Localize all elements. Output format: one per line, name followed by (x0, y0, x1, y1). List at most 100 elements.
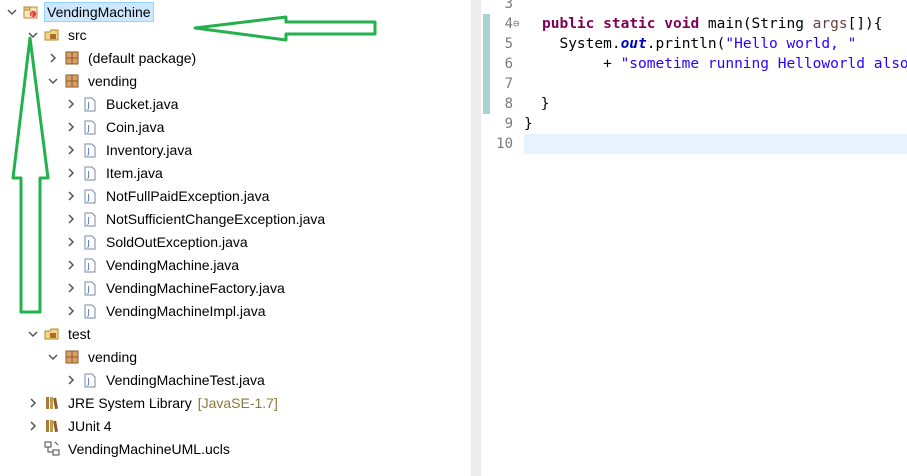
chevron-right-icon[interactable] (64, 97, 78, 111)
tree-item-vending-package[interactable]: vending (46, 70, 139, 92)
line-number: 9 (504, 116, 513, 132)
tree-item-junit-library[interactable]: JUnit 4 (26, 415, 114, 437)
change-ruler-mark (483, 34, 490, 54)
code-editor[interactable]: 3 4 ⊖ public static void main(String arg… (481, 0, 907, 476)
chevron-down-icon[interactable] (26, 327, 40, 341)
java-file-icon: J (82, 211, 98, 227)
java-file-icon: J (82, 234, 98, 250)
svg-text:J: J (87, 262, 90, 271)
chevron-down-icon[interactable] (26, 28, 40, 42)
java-file-icon: J (82, 303, 98, 319)
svg-text:J: J (87, 147, 90, 156)
svg-text:J: J (30, 12, 32, 18)
tree-item-java-file[interactable]: J Bucket.java (64, 93, 180, 115)
chevron-right-icon[interactable] (64, 189, 78, 203)
view-sash[interactable] (471, 0, 481, 476)
tree-item-label: Bucket.java (106, 96, 179, 112)
tree-item-label: Inventory.java (106, 142, 193, 158)
tree-item-label: test (68, 326, 91, 342)
tree-item-java-file[interactable]: J Inventory.java (64, 139, 194, 161)
code-text: public static void main(String args[]){ (542, 16, 883, 32)
java-file-icon: J (82, 372, 98, 388)
chevron-down-icon[interactable] (46, 350, 60, 364)
line-number: 5 (504, 36, 513, 52)
chevron-right-icon[interactable] (64, 120, 78, 134)
chevron-right-icon[interactable] (64, 258, 78, 272)
chevron-down-icon[interactable] (46, 74, 60, 88)
tree-item-java-file[interactable]: J NotSufficientChangeException.java (64, 208, 327, 230)
chevron-right-icon[interactable] (64, 304, 78, 318)
project-explorer: J VendingMachine src (default package) v… (0, 0, 471, 476)
java-file-icon: J (82, 119, 98, 135)
chevron-right-icon[interactable] (26, 396, 40, 410)
java-file-icon: J (82, 142, 98, 158)
code-text: + "sometime running Helloworld also (542, 56, 907, 72)
tree-item-label: src (68, 27, 87, 43)
library-icon (44, 395, 60, 411)
tree-item-jre-library[interactable]: JRE System Library [JavaSE-1.7] (26, 392, 278, 414)
code-text: } (532, 96, 550, 112)
tree-item-vending-package[interactable]: vending (46, 346, 139, 368)
tree-item-java-file[interactable]: J VendingMachineTest.java (64, 369, 267, 391)
chevron-right-icon[interactable] (64, 212, 78, 226)
tree-item-label: VendingMachineUML.ucls (68, 441, 230, 457)
tree-item-default-package[interactable]: (default package) (46, 47, 198, 69)
chevron-right-icon[interactable] (46, 51, 60, 65)
svg-text:J: J (87, 216, 90, 225)
tree-item-java-file[interactable]: J VendingMachineImpl.java (64, 300, 268, 322)
tree-item-project[interactable]: J VendingMachine (5, 1, 154, 23)
svg-text:J: J (87, 377, 90, 386)
line-number: 6 (504, 56, 513, 72)
java-file-icon: J (82, 96, 98, 112)
tree-item-java-file[interactable]: J VendingMachineFactory.java (64, 277, 287, 299)
tree-item-java-file[interactable]: J Coin.java (64, 116, 166, 138)
tree-item-src-folder[interactable]: src (26, 24, 89, 46)
tree-item-java-file[interactable]: J VendingMachine.java (64, 254, 241, 276)
library-icon (44, 418, 60, 434)
tree-item-label: VendingMachineImpl.java (106, 303, 266, 319)
java-project-icon: J (23, 4, 39, 20)
current-line-highlight (524, 134, 907, 154)
line-number: 10 (496, 136, 513, 152)
tree-item-java-file[interactable]: J SoldOutException.java (64, 231, 250, 253)
source-folder-icon (44, 27, 60, 43)
tree-item-label: Item.java (106, 165, 163, 181)
tree-item-java-file[interactable]: J Item.java (64, 162, 165, 184)
tree-item-label: NotFullPaidException.java (106, 188, 270, 204)
tree-item-java-file[interactable]: J NotFullPaidException.java (64, 185, 271, 207)
tree-item-label: VendingMachineFactory.java (106, 280, 285, 296)
chevron-right-icon[interactable] (64, 373, 78, 387)
package-icon (64, 349, 80, 365)
svg-text:J: J (87, 285, 90, 294)
uml-diagram-icon (44, 441, 60, 457)
tree-item-label: vending (88, 73, 138, 89)
code-line: 5 System.out.println("Hello world, " (481, 34, 907, 54)
chevron-right-icon[interactable] (26, 419, 40, 433)
chevron-down-icon[interactable] (5, 5, 19, 19)
line-number: 4 (504, 16, 513, 32)
tree-item-test-folder[interactable]: test (26, 323, 93, 345)
code-line-current: 10 (481, 134, 907, 154)
jre-version-decoration: [JavaSE-1.7] (197, 395, 278, 411)
code-text: } (524, 116, 533, 132)
svg-text:J: J (87, 308, 90, 317)
package-icon (64, 50, 80, 66)
tree-item-uml-file[interactable]: VendingMachineUML.ucls (26, 438, 232, 460)
source-folder-icon (44, 326, 60, 342)
svg-text:J: J (87, 124, 90, 133)
fold-collapse-icon[interactable]: ⊖ (513, 14, 520, 34)
svg-text:J: J (87, 170, 90, 179)
svg-text:J: J (87, 193, 90, 202)
code-line: 9 } (481, 114, 907, 134)
chevron-right-icon[interactable] (64, 235, 78, 249)
chevron-right-icon[interactable] (64, 143, 78, 157)
chevron-right-icon[interactable] (64, 166, 78, 180)
tree-item-label: NotSufficientChangeException.java (106, 211, 326, 227)
arrow-up-icon (11, 36, 50, 314)
tree-item-label: VendingMachine (44, 2, 154, 22)
java-file-icon: J (82, 165, 98, 181)
code-line: 6 + "sometime running Helloworld also (481, 54, 907, 74)
chevron-right-icon[interactable] (64, 281, 78, 295)
line-number: 8 (504, 96, 513, 112)
code-line: 4 ⊖ public static void main(String args[… (481, 14, 907, 34)
